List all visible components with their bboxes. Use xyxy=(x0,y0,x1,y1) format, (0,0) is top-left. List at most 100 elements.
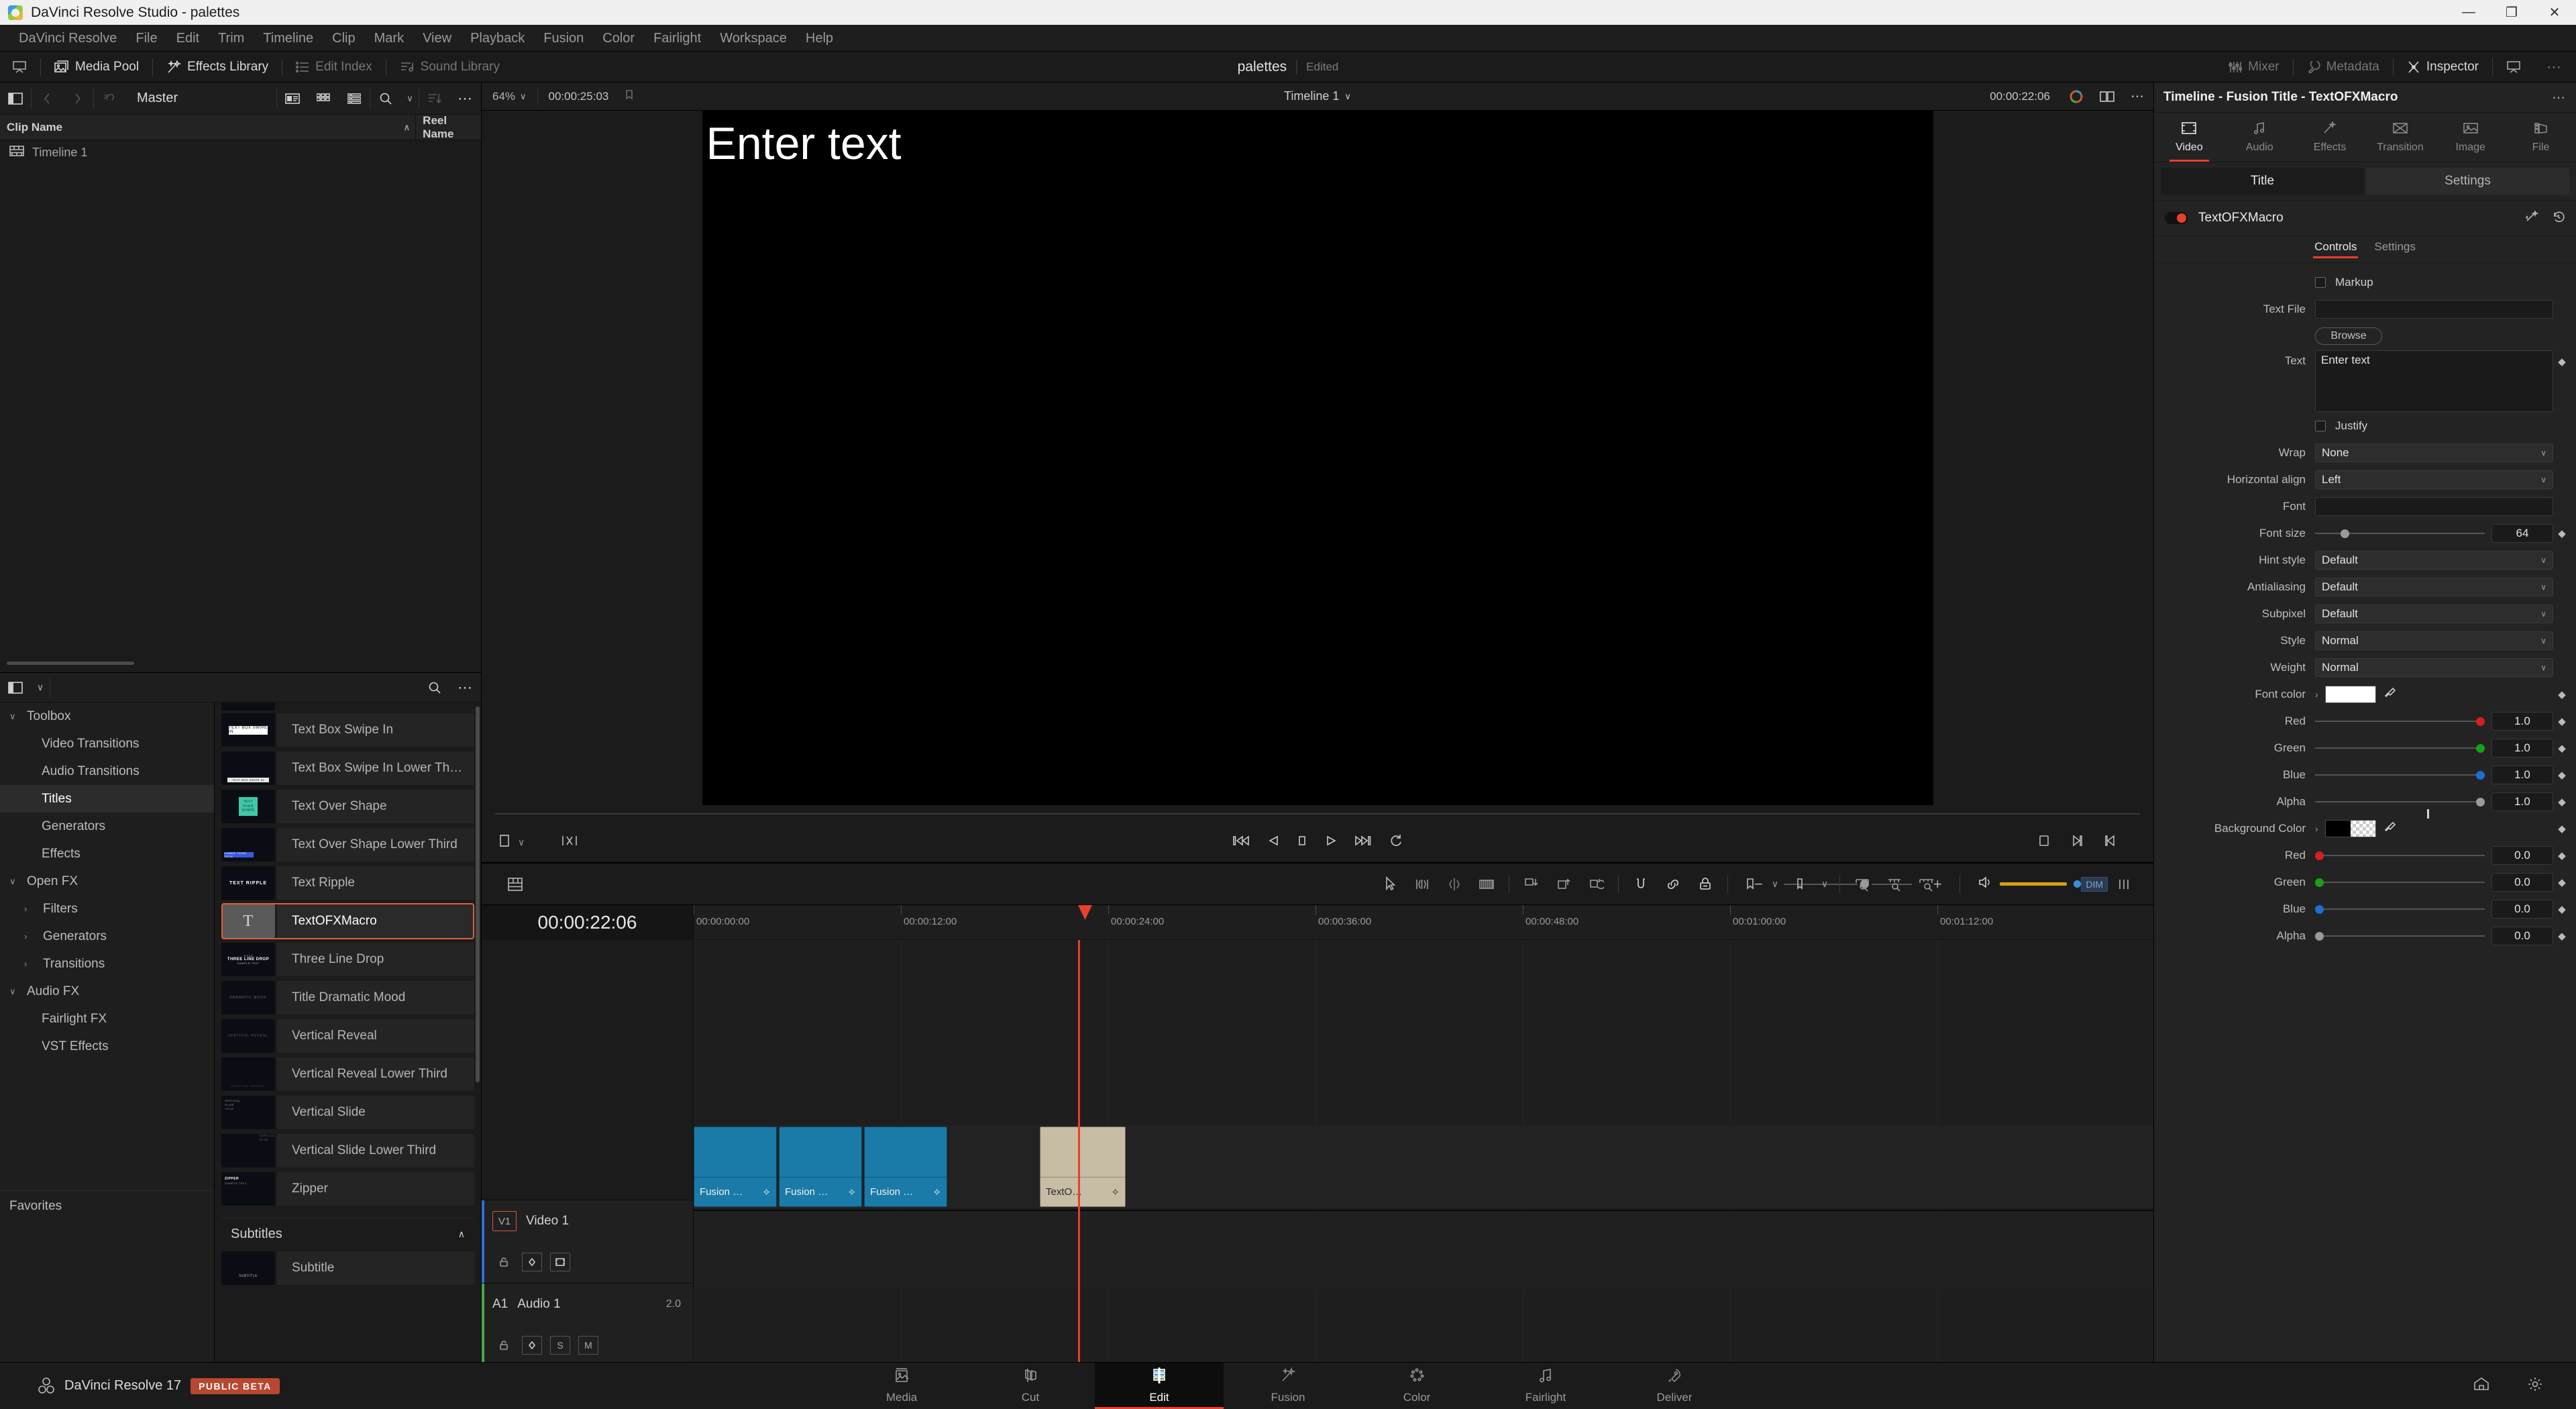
lock-tracks-button[interactable] xyxy=(1689,870,1721,899)
tree-item-filters[interactable]: › Filters xyxy=(0,895,214,923)
bg-red-value[interactable]: 0.0 xyxy=(2491,846,2553,865)
font-green-value[interactable]: 1.0 xyxy=(2491,739,2553,758)
fontcolor-swatch[interactable] xyxy=(2324,686,2376,703)
node-reset-icon[interactable] xyxy=(2552,211,2565,226)
font-green-knob[interactable] xyxy=(2476,743,2485,753)
fontsize-keyframe-button[interactable]: ◆ xyxy=(2553,527,2571,539)
menu-trim[interactable]: Trim xyxy=(209,25,254,52)
fontsize-slider-knob[interactable] xyxy=(2340,529,2349,538)
track-lock-icon-a1[interactable] xyxy=(494,1336,514,1355)
bg-alpha-slider[interactable] xyxy=(2315,927,2485,945)
speaker-icon[interactable] xyxy=(1978,876,1993,892)
timeline-playhead[interactable] xyxy=(1078,940,1080,1362)
play-reverse-button[interactable] xyxy=(1267,834,1279,851)
column-reel-name[interactable]: Reel Name xyxy=(415,113,481,141)
timeline-clip[interactable]: Fusion … ✧ xyxy=(779,1127,862,1207)
overwrite-button[interactable] xyxy=(1548,870,1580,899)
track-header-a1[interactable]: A1 Audio 1 2.0 S M xyxy=(482,1283,693,1362)
play-button[interactable] xyxy=(1325,834,1337,851)
track-lock-icon-v1[interactable] xyxy=(494,1253,514,1271)
list-item[interactable]: TEXT RIPPLE Text Ripple xyxy=(221,865,474,901)
effects-search-button[interactable] xyxy=(419,673,450,702)
menu-file[interactable]: File xyxy=(126,25,166,52)
subpixel-select[interactable]: Default ∨ xyxy=(2315,605,2553,623)
jump-to-end-button[interactable] xyxy=(1354,834,1372,851)
tree-item-effects[interactable]: Effects xyxy=(0,840,214,868)
timeline-clip[interactable]: Fusion … ✧ xyxy=(864,1127,947,1207)
mixer-button[interactable]: Mixer xyxy=(2216,52,2291,82)
viewer-scrubber[interactable] xyxy=(482,805,2429,823)
project-manager-icon[interactable] xyxy=(2473,1376,2490,1396)
bgcolor-swatch[interactable] xyxy=(2324,820,2376,837)
fontsize-value[interactable]: 64 xyxy=(2491,524,2553,543)
wrap-select[interactable]: None ∨ xyxy=(2315,443,2553,462)
track-id-badge-v1[interactable]: V1 xyxy=(492,1211,517,1231)
tree-item-titles[interactable]: Titles xyxy=(0,785,214,813)
font-red-value[interactable]: 1.0 xyxy=(2491,712,2553,731)
minimize-button[interactable]: — xyxy=(2447,0,2490,25)
timeline-ruler[interactable]: 00:00:00:00 00:00:12:00 00:00:24:00 00:0… xyxy=(694,905,2153,940)
timeline-clip[interactable]: Fusion … ✧ xyxy=(694,1127,777,1207)
viewer-split-screen-button[interactable] xyxy=(2092,83,2123,110)
bg-alpha-keyframe-button[interactable]: ◆ xyxy=(2553,930,2571,942)
viewer-color-wheel-button[interactable] xyxy=(2061,83,2092,110)
playhead-marker[interactable] xyxy=(1078,905,1092,920)
media-pool-button[interactable]: Media Pool xyxy=(42,52,151,82)
tree-item-video-transitions[interactable]: Video Transitions xyxy=(0,730,214,758)
list-item[interactable]: ZIPPER SAMPLE TEXT Zipper xyxy=(221,1171,474,1207)
media-pool-search-button[interactable] xyxy=(370,83,401,114)
track-mute-button-a1[interactable]: M xyxy=(578,1336,598,1355)
font-red-knob[interactable] xyxy=(2476,717,2485,726)
node-effect-icon[interactable] xyxy=(2525,209,2540,226)
track-solo-button-a1[interactable]: S xyxy=(550,1336,570,1355)
bg-blue-knob[interactable] xyxy=(2315,904,2324,914)
font-alpha-keyframe-button[interactable]: ◆ xyxy=(2553,796,2571,808)
media-pool-forward-button[interactable] xyxy=(62,83,93,114)
bg-green-knob[interactable] xyxy=(2315,878,2324,887)
viewer-marker-icon[interactable] xyxy=(619,89,633,103)
tab-file[interactable]: File xyxy=(2506,113,2576,162)
font-blue-value[interactable]: 1.0 xyxy=(2491,766,2553,784)
linked-selection-button[interactable] xyxy=(1657,870,1689,899)
menu-mark[interactable]: Mark xyxy=(365,25,413,52)
list-view-button[interactable] xyxy=(339,83,370,114)
tab-video[interactable]: Video xyxy=(2154,113,2224,162)
media-pool-search-chevron[interactable]: ∨ xyxy=(401,83,419,114)
list-item[interactable]: DRAMATIC MOOD Title Dramatic Mood xyxy=(221,980,474,1016)
timeline-options-button[interactable] xyxy=(2108,870,2140,899)
viewer-current-timecode[interactable]: 00:00:22:06 xyxy=(1979,90,2061,103)
selection-tool-button[interactable] xyxy=(1374,870,1406,899)
dynamic-trim-tool-button[interactable] xyxy=(1438,870,1470,899)
menu-view[interactable]: View xyxy=(413,25,461,52)
tree-item-toolbox[interactable]: ∨ Toolbox xyxy=(0,702,214,730)
tree-item-fairlight-fx[interactable]: Fairlight FX xyxy=(0,1005,214,1033)
tree-item-openfx[interactable]: ∨ Open FX xyxy=(0,868,214,895)
menu-fairlight[interactable]: Fairlight xyxy=(644,25,710,52)
text-keyframe-button[interactable]: ◆ xyxy=(2553,350,2571,368)
maximize-button[interactable]: ❐ xyxy=(2490,0,2533,25)
bg-red-keyframe-button[interactable]: ◆ xyxy=(2553,849,2571,862)
chevron-down-icon-viewmode[interactable]: ∨ xyxy=(518,837,525,848)
viewer-canvas[interactable]: Enter text xyxy=(482,111,2153,805)
menu-workspace[interactable]: Workspace xyxy=(710,25,796,52)
fontsize-slider[interactable] xyxy=(2315,524,2485,543)
markup-checkbox[interactable] xyxy=(2315,277,2326,288)
font-red-slider[interactable] xyxy=(2315,712,2485,731)
bg-alpha-knob[interactable] xyxy=(2315,931,2324,941)
track-header-v1[interactable]: V1 Video 1 xyxy=(482,1200,693,1283)
subtab-title[interactable]: Title xyxy=(2161,168,2364,195)
effects-vertical-scrollbar[interactable] xyxy=(476,707,480,1082)
track-id-badge-a1[interactable]: A1 xyxy=(492,1294,508,1314)
track-auto-select-icon-a1[interactable] xyxy=(522,1336,542,1355)
tab-image[interactable]: Image xyxy=(2435,113,2506,162)
tree-item-generators[interactable]: Generators xyxy=(0,813,214,840)
page-fusion[interactable]: Fusion xyxy=(1224,1363,1352,1409)
menu-clip[interactable]: Clip xyxy=(323,25,364,52)
menu-edit[interactable]: Edit xyxy=(167,25,209,52)
project-settings-icon[interactable] xyxy=(2526,1376,2544,1396)
media-pool-hscrollbar[interactable] xyxy=(0,662,481,668)
viewer-options-button[interactable]: ⋯ xyxy=(2123,83,2153,110)
media-pool-back-button[interactable] xyxy=(32,83,62,114)
tab-transition[interactable]: Transition xyxy=(2365,113,2435,162)
text-file-input[interactable] xyxy=(2315,300,2553,319)
